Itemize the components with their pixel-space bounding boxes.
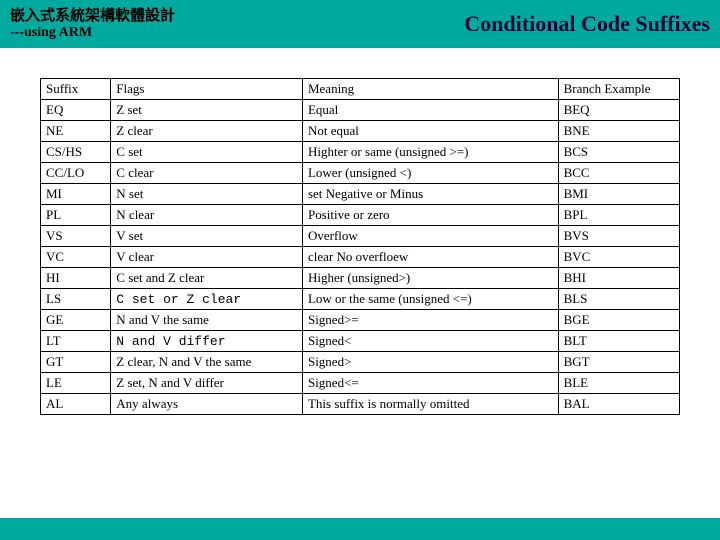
- table-cell: V set: [111, 226, 303, 247]
- table-cell: BNE: [558, 121, 679, 142]
- table-cell: BCC: [558, 163, 679, 184]
- table-cell: Signed>=: [302, 310, 558, 331]
- table-cell: BAL: [558, 394, 679, 415]
- table-cell: Signed<: [302, 331, 558, 352]
- table-cell: GE: [41, 310, 111, 331]
- table-row: HIC set and Z clearHigher (unsigned>)BHI: [41, 268, 680, 289]
- th-meaning: Meaning: [302, 79, 558, 100]
- table-cell: C set or Z clear: [111, 289, 303, 310]
- table-cell: CS/HS: [41, 142, 111, 163]
- table-row: LSC set or Z clearLow or the same (unsig…: [41, 289, 680, 310]
- table-row: MIN setset Negative or MinusBMI: [41, 184, 680, 205]
- suffix-table: Suffix Flags Meaning Branch Example EQZ …: [40, 78, 680, 415]
- table-header-row: Suffix Flags Meaning Branch Example: [41, 79, 680, 100]
- table-cell: Any always: [111, 394, 303, 415]
- table-cell: Highter or same (unsigned >=): [302, 142, 558, 163]
- header-left: 嵌入式系統架構軟體設計 ---using ARM: [10, 8, 175, 40]
- table-cell: BGE: [558, 310, 679, 331]
- table-cell: BHI: [558, 268, 679, 289]
- table-row: VCV clearclear No overfloewBVC: [41, 247, 680, 268]
- table-cell: CC/LO: [41, 163, 111, 184]
- table-cell: Equal: [302, 100, 558, 121]
- table-cell: C set: [111, 142, 303, 163]
- table-cell: VC: [41, 247, 111, 268]
- table-row: PLN clearPositive or zeroBPL: [41, 205, 680, 226]
- table-row: VSV setOverflowBVS: [41, 226, 680, 247]
- table-cell: Z set, N and V differ: [111, 373, 303, 394]
- table-cell: This suffix is normally omitted: [302, 394, 558, 415]
- table-row: GTZ clear, N and V the sameSigned>BGT: [41, 352, 680, 373]
- table-cell: BPL: [558, 205, 679, 226]
- table-cell: BEQ: [558, 100, 679, 121]
- slide-content: Suffix Flags Meaning Branch Example EQZ …: [0, 48, 720, 415]
- table-cell: EQ: [41, 100, 111, 121]
- table-cell: Z set: [111, 100, 303, 121]
- table-cell: BMI: [558, 184, 679, 205]
- table-cell: Higher (unsigned>): [302, 268, 558, 289]
- slide-header: 嵌入式系統架構軟體設計 ---using ARM Conditional Cod…: [0, 0, 720, 48]
- table-row: NEZ clearNot equalBNE: [41, 121, 680, 142]
- table-cell: BLT: [558, 331, 679, 352]
- th-suffix: Suffix: [41, 79, 111, 100]
- table-cell: Signed>: [302, 352, 558, 373]
- table-cell: GT: [41, 352, 111, 373]
- table-cell: HI: [41, 268, 111, 289]
- table-cell: Positive or zero: [302, 205, 558, 226]
- table-cell: N and V the same: [111, 310, 303, 331]
- table-cell: NE: [41, 121, 111, 142]
- table-cell: Z clear, N and V the same: [111, 352, 303, 373]
- table-cell: Not equal: [302, 121, 558, 142]
- table-cell: LS: [41, 289, 111, 310]
- course-subtitle: ---using ARM: [10, 25, 175, 40]
- table-cell: C clear: [111, 163, 303, 184]
- table-cell: Overflow: [302, 226, 558, 247]
- table-cell: VS: [41, 226, 111, 247]
- table-row: ALAny alwaysThis suffix is normally omit…: [41, 394, 680, 415]
- slide-footer: [0, 518, 720, 540]
- slide-title: Conditional Code Suffixes: [464, 11, 710, 37]
- table-cell: N set: [111, 184, 303, 205]
- table-row: CC/LOC clearLower (unsigned <)BCC: [41, 163, 680, 184]
- table-cell: V clear: [111, 247, 303, 268]
- table-cell: Z clear: [111, 121, 303, 142]
- table-cell: Low or the same (unsigned <=): [302, 289, 558, 310]
- th-flags: Flags: [111, 79, 303, 100]
- table-row: CS/HSC setHighter or same (unsigned >=)B…: [41, 142, 680, 163]
- table-cell: Lower (unsigned <): [302, 163, 558, 184]
- table-row: EQZ setEqualBEQ: [41, 100, 680, 121]
- table-cell: N and V differ: [111, 331, 303, 352]
- table-cell: BVC: [558, 247, 679, 268]
- table-cell: LT: [41, 331, 111, 352]
- course-title-cn: 嵌入式系統架構軟體設計: [10, 8, 175, 25]
- table-cell: BLS: [558, 289, 679, 310]
- table-cell: set Negative or Minus: [302, 184, 558, 205]
- table-row: LTN and V differSigned<BLT: [41, 331, 680, 352]
- table-row: LEZ set, N and V differSigned<=BLE: [41, 373, 680, 394]
- table-cell: N clear: [111, 205, 303, 226]
- table-row: GEN and V the sameSigned>=BGE: [41, 310, 680, 331]
- table-cell: Signed<=: [302, 373, 558, 394]
- table-cell: MI: [41, 184, 111, 205]
- table-cell: BVS: [558, 226, 679, 247]
- table-cell: AL: [41, 394, 111, 415]
- table-cell: clear No overfloew: [302, 247, 558, 268]
- th-branch: Branch Example: [558, 79, 679, 100]
- table-cell: BCS: [558, 142, 679, 163]
- table-cell: BLE: [558, 373, 679, 394]
- table-cell: BGT: [558, 352, 679, 373]
- table-cell: PL: [41, 205, 111, 226]
- table-cell: C set and Z clear: [111, 268, 303, 289]
- table-cell: LE: [41, 373, 111, 394]
